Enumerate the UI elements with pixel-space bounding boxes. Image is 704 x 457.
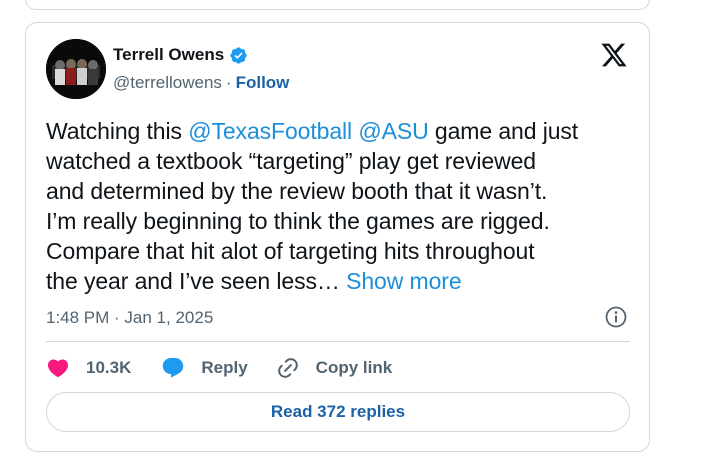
tweet-text-segment: and determined by the review booth that …	[46, 178, 548, 204]
author-name[interactable]: Terrell Owens	[113, 45, 224, 65]
copy-link-button[interactable]: Copy link	[276, 356, 393, 380]
previous-tweet-card	[25, 0, 650, 10]
show-more-link[interactable]: Show more	[346, 268, 462, 294]
info-icon[interactable]	[604, 305, 628, 329]
tweet-text-line: Watching this @TexasFootball @ASU game a…	[46, 116, 636, 146]
tweet-text-line: I’m really beginning to think the games …	[46, 206, 636, 236]
tweet-text-segment: watched a textbook “targeting” play get …	[46, 148, 536, 174]
tweet-text-line: and determined by the review booth that …	[46, 176, 636, 206]
like-count: 10.3K	[86, 358, 132, 377]
verified-badge-icon	[229, 46, 248, 65]
copy-link-label: Copy link	[315, 358, 393, 377]
author-handle[interactable]: @terrellowens	[113, 73, 222, 93]
reply-button[interactable]: Reply	[161, 356, 248, 380]
x-logo-icon[interactable]	[600, 41, 628, 69]
tweet-text-line: the year and I’ve seen less… Show more	[46, 266, 636, 296]
mention-link[interactable]: @ASU	[358, 118, 428, 144]
tweet-card[interactable]: Terrell Owens @terrellowens · Follow Wat…	[25, 22, 650, 452]
tweet-text-segment: I’m really beginning to think the games …	[46, 208, 550, 234]
read-replies-button[interactable]: Read 372 replies	[46, 392, 630, 432]
tweet-timestamp[interactable]: 1:48 PM · Jan 1, 2025	[46, 308, 213, 328]
reply-bubble-icon	[163, 358, 184, 378]
tweet-text-segment: the year and I’ve seen less…	[46, 268, 347, 294]
tweet-text-line: Compare that hit alot of targeting hits …	[46, 236, 636, 266]
reply-label: Reply	[201, 358, 248, 377]
tweet-text-segment: game and just	[428, 118, 579, 144]
tweet-text: Watching this @TexasFootball @ASU game a…	[46, 116, 636, 296]
handle-separator: ·	[225, 73, 232, 92]
tweet-text-line: watched a textbook “targeting” play get …	[46, 146, 636, 176]
tweet-text-segment: Compare that hit alot of targeting hits …	[46, 238, 535, 264]
tweet-text-segment: Watching this	[46, 118, 189, 144]
avatar[interactable]	[46, 39, 106, 99]
like-button[interactable]: 10.3K	[46, 356, 131, 380]
action-bar: 10.3K Reply Copy link	[46, 355, 392, 381]
link-icon	[277, 358, 298, 378]
follow-button[interactable]: Follow	[236, 73, 290, 93]
mention-link[interactable]: @TexasFootball	[188, 118, 352, 144]
heart-icon	[47, 359, 69, 378]
divider	[46, 341, 630, 342]
